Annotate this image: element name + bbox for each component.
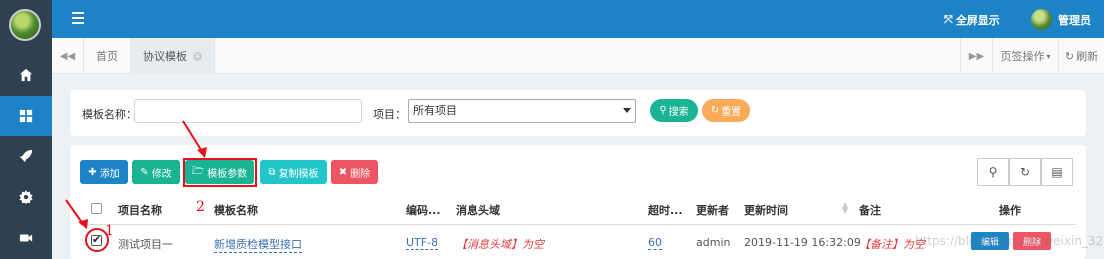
cell-timeout[interactable]: 60: [648, 236, 662, 250]
close-icon[interactable]: ×: [193, 51, 202, 61]
sidebar-item-grid[interactable]: [0, 96, 52, 136]
watermark: https://blog.csdn.net/weixin_321: [915, 234, 1104, 248]
double-chevron-right-icon: ▶▶: [968, 50, 985, 62]
table-search-toggle[interactable]: ⚲: [977, 158, 1009, 186]
col-template-name[interactable]: 模板名称: [214, 202, 258, 218]
annotation-label-1: 1: [105, 223, 114, 239]
template-name-label: 模板名称：: [82, 108, 137, 121]
cell-project: 测试项目一: [118, 238, 173, 251]
search-icon: ⚲: [988, 165, 998, 179]
rocket-icon: [19, 149, 33, 163]
col-remark[interactable]: 备注: [859, 202, 881, 218]
edit-button[interactable]: ✎ 修改: [132, 160, 180, 184]
cell-message-header[interactable]: 【消息头域】为空: [456, 236, 544, 252]
col-timeout[interactable]: 超时...: [648, 202, 683, 218]
select-all-checkbox[interactable]: [91, 203, 102, 214]
col-updated-at[interactable]: 更新时间: [744, 202, 788, 218]
gear-icon: [19, 190, 33, 204]
col-project-name[interactable]: 项目名称: [118, 202, 162, 218]
table-columns-toggle[interactable]: ▤: [1041, 158, 1073, 186]
refresh-icon: ↻: [1064, 49, 1075, 63]
user-avatar[interactable]: [1031, 9, 1052, 30]
search-button[interactable]: ⚲ 搜索: [650, 99, 698, 122]
tab-protocol-template[interactable]: 协议模板 ×: [131, 38, 215, 74]
expand-icon: ⤧: [944, 13, 953, 26]
search-icon: ⚲: [659, 105, 667, 116]
delete-button[interactable]: ✖ 删除: [331, 160, 378, 184]
top-navbar: ⤧ 全屏显示 管理员: [52, 0, 1104, 38]
double-chevron-left-icon: ◀◀: [59, 50, 76, 62]
tab-home[interactable]: 首页: [84, 38, 131, 74]
reset-button[interactable]: ↻ 重置: [702, 99, 750, 122]
tab-scroll-right-button[interactable]: ▶▶: [960, 38, 992, 74]
sidebar-item-settings[interactable]: [0, 177, 52, 217]
video-icon: [19, 234, 33, 242]
table-refresh-button[interactable]: ↻: [1009, 158, 1041, 186]
columns-icon: ▤: [1051, 165, 1063, 179]
cell-encoding[interactable]: UTF-8: [406, 236, 439, 250]
user-name[interactable]: 管理员: [1058, 12, 1091, 28]
col-updater[interactable]: 更新者: [696, 202, 729, 218]
annotation-box: [183, 158, 257, 187]
refresh-icon: ↻: [710, 105, 720, 116]
dropdown-arrow-icon: [623, 108, 631, 113]
annotation-label-2: 2: [196, 199, 205, 215]
sidebar-item-home[interactable]: [0, 55, 52, 95]
refresh-tab-button[interactable]: ↻ 刷新: [1058, 38, 1104, 74]
project-select[interactable]: 所有项目: [408, 99, 636, 123]
cell-updated-at: 2019-11-19 16:32:09: [744, 236, 861, 249]
close-icon: ✖: [338, 166, 348, 178]
header-divider: [80, 224, 1076, 225]
home-icon: [19, 68, 33, 82]
sort-icon[interactable]: ▲ ▼: [842, 201, 848, 215]
col-actions: 操作: [999, 204, 1021, 217]
col-encoding[interactable]: 编码...: [406, 202, 441, 218]
project-label: 项目：: [373, 108, 406, 121]
cell-updater: admin: [696, 236, 731, 249]
copy-icon: ⧉: [268, 166, 276, 178]
add-button[interactable]: ✚ 添加: [80, 160, 128, 184]
plus-icon: ✚: [88, 166, 97, 178]
sidebar-item-video[interactable]: [0, 218, 52, 258]
cell-template-link[interactable]: 新增质检模型接口: [214, 236, 302, 253]
sidebar-item-rocket[interactable]: [0, 136, 52, 176]
caret-down-icon: ▾: [1046, 51, 1051, 61]
tabs-bar: ◀◀ 首页 协议模板 × ▶▶ 页签操作 ▾ ↻ 刷新: [52, 38, 1104, 74]
fullscreen-button[interactable]: ⤧ 全屏显示: [944, 12, 1000, 28]
template-name-input[interactable]: [134, 99, 362, 123]
grid-icon: [19, 109, 33, 123]
tab-scroll-left-button[interactable]: ◀◀: [52, 38, 84, 74]
copy-template-button[interactable]: ⧉ 复制模板: [260, 160, 327, 184]
logo-avatar: [9, 9, 41, 41]
col-message-header[interactable]: 消息头域: [456, 202, 500, 218]
sidebar: [0, 0, 52, 259]
refresh-icon: ↻: [1019, 165, 1031, 179]
page-ops-dropdown[interactable]: 页签操作 ▾: [992, 38, 1058, 74]
edit-icon: ✎: [140, 166, 149, 178]
menu-toggle-icon[interactable]: [72, 12, 84, 24]
